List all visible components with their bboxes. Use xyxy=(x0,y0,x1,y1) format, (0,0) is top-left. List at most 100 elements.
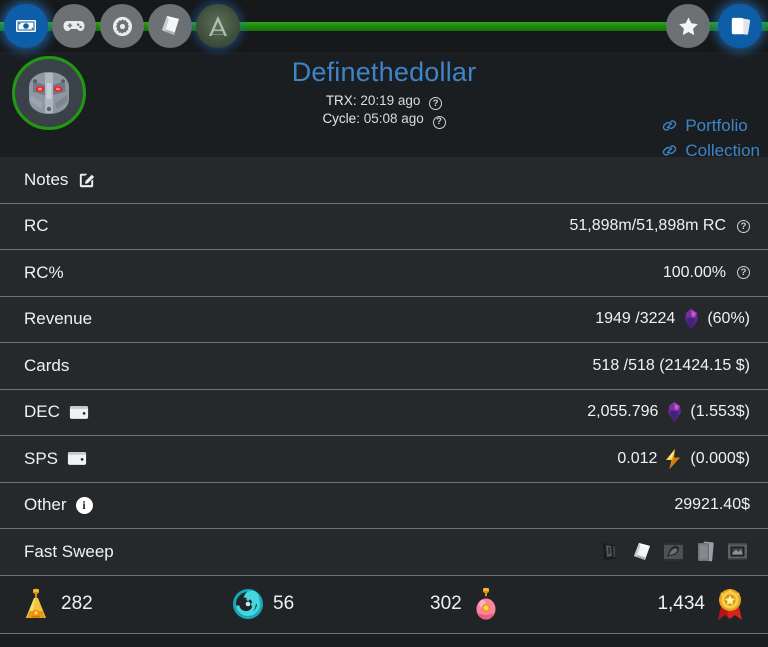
sps-label: SPS xyxy=(24,448,59,468)
sps-value: 0.012 xyxy=(617,449,658,467)
bottom-stats-bar: 282 56 302 1,434 xyxy=(0,575,768,634)
info-icon[interactable]: i xyxy=(75,496,93,514)
alpha-logo-icon-button[interactable] xyxy=(196,4,240,48)
rc-value-group: 51,898m/51,898m RC ? xyxy=(569,217,750,235)
sps-value-group: 0.012 (0.000$) xyxy=(617,448,750,470)
rc-percent-value-group: 100.00% ? xyxy=(663,264,750,282)
cards-value-group: 518 /518 (21424.15 $) xyxy=(593,357,750,375)
account-name[interactable]: Definethedollar xyxy=(292,52,477,92)
fast-sweep-icon-group xyxy=(597,539,750,564)
sps-bolt-icon xyxy=(663,448,684,470)
link-portfolio-label: Portfolio xyxy=(685,116,748,135)
trx-label: TRX: xyxy=(325,93,357,108)
card-pack-icon-button[interactable] xyxy=(148,4,192,48)
link-icon xyxy=(663,120,677,131)
dec-crystal-icon xyxy=(664,401,684,423)
account-header: Definethedollar TRX: 20:19 ago ? Cycle: … xyxy=(0,52,768,185)
cards-label: Cards xyxy=(24,355,70,375)
wallet-icon[interactable] xyxy=(69,404,89,421)
table-row-sps: SPS 0.012 (0.000$) xyxy=(0,436,768,483)
stat-gold-potion-value: 282 xyxy=(61,593,93,614)
cycle-label: Cycle: xyxy=(322,111,360,127)
stat-gold-potion[interactable]: 282 xyxy=(20,587,93,621)
rc-value: 51,898m/51,898m RC xyxy=(569,217,726,235)
table-row-dec: DEC 2,055.796 (1.553$) xyxy=(0,389,768,436)
cards-icon-button[interactable] xyxy=(718,4,762,48)
sweep-item-2-icon[interactable] xyxy=(629,539,654,564)
notes-label-group: Notes xyxy=(24,170,96,190)
other-value-group: 29921.40$ xyxy=(674,496,750,514)
money-icon-button[interactable] xyxy=(4,4,48,48)
stat-red-potion-value: 302 xyxy=(430,593,462,614)
dec-label: DEC xyxy=(24,402,60,422)
dec-value-group: 2,055.796 (1.553$) xyxy=(587,401,750,423)
gamepad-icon xyxy=(63,21,85,31)
cards-value: 518 /518 (21424.15 $) xyxy=(592,356,750,374)
other-value: 29921.40$ xyxy=(674,496,750,514)
trx-value: 20:19 ago xyxy=(360,93,421,108)
link-portfolio[interactable]: Portfolio xyxy=(661,114,748,137)
dec-usd-value: (1.553$) xyxy=(690,403,750,421)
revenue-percent: (60%) xyxy=(707,310,750,328)
star-icon-button[interactable] xyxy=(666,4,710,48)
trx-meta-line: TRX: 20:19 ago ? xyxy=(0,92,768,111)
dec-label-group: DEC xyxy=(24,402,89,422)
other-label-group: Other i xyxy=(24,495,93,515)
stat-gold-medal[interactable]: 1,434 xyxy=(657,587,746,621)
gamepad-icon-button[interactable] xyxy=(52,4,96,48)
top-navigation-bar xyxy=(0,0,768,52)
rc-percent-label: RC% xyxy=(24,262,64,282)
gear-icon-button[interactable] xyxy=(100,4,144,48)
edit-pencil-icon[interactable] xyxy=(77,170,96,189)
rc-label: RC xyxy=(24,216,49,236)
notes-label: Notes xyxy=(24,169,69,189)
rc-percent-help-icon[interactable]: ? xyxy=(737,266,750,280)
account-dashboard: Definethedollar TRX: 20:19 ago ? Cycle: … xyxy=(0,0,768,647)
nav-icons-right-group xyxy=(666,4,762,48)
cycle-value: 05:08 ago xyxy=(363,111,424,127)
money-icon xyxy=(16,20,36,32)
cycle-meta-line: Cycle: 05:08 ago ? xyxy=(0,110,768,129)
rc-help-icon[interactable]: ? xyxy=(737,219,750,233)
rc-percent-value: 100.00% xyxy=(662,263,726,281)
revenue-value-group: 1949 /3224 (60%) xyxy=(595,308,750,330)
sweep-item-1-icon[interactable] xyxy=(597,539,622,564)
gold-potion-icon xyxy=(20,587,52,621)
table-row-notes: Notes xyxy=(0,157,768,204)
header-center: Definethedollar TRX: 20:19 ago ? Cycle: … xyxy=(0,52,768,129)
alpha-logo-icon xyxy=(209,16,227,36)
stat-gold-medal-value: 1,434 xyxy=(657,593,705,614)
table-row-other: Other i 29921.40$ xyxy=(0,482,768,529)
other-label: Other xyxy=(24,495,67,515)
revenue-value: 1949 /3224 xyxy=(595,310,676,328)
stats-table: Notes RC 51,898m/51,898m RC ? RC% 100.00… xyxy=(0,157,768,647)
cards-icon xyxy=(731,17,750,35)
cycle-help-icon[interactable]: ? xyxy=(432,115,446,129)
table-row-cards: Cards 518 /518 (21424.15 $) xyxy=(0,343,768,390)
sweep-item-3-icon[interactable] xyxy=(661,539,686,564)
red-potion-icon xyxy=(471,587,503,621)
card-pack-icon xyxy=(162,16,179,35)
star-icon xyxy=(678,16,698,35)
sps-label-group: SPS xyxy=(24,449,87,469)
dec-value: 2,055.796 xyxy=(587,403,659,421)
fast-sweep-label: Fast Sweep xyxy=(24,541,114,561)
gold-medal-icon xyxy=(714,587,746,621)
table-row-fast-sweep: Fast Sweep xyxy=(0,529,768,576)
gear-icon xyxy=(112,16,132,36)
table-row-rc-percent: RC% 100.00% ? xyxy=(0,250,768,297)
revenue-label: Revenue xyxy=(24,309,93,329)
stat-teal-vortex[interactable]: 56 xyxy=(232,587,294,621)
footer-area xyxy=(0,633,768,647)
wallet-icon[interactable] xyxy=(67,450,87,467)
sweep-item-4-icon[interactable] xyxy=(693,539,718,564)
stat-red-potion[interactable]: 302 xyxy=(430,587,503,621)
sps-usd-value: (0.000$) xyxy=(690,449,750,467)
table-row-rc: RC 51,898m/51,898m RC ? xyxy=(0,203,768,250)
trx-help-icon[interactable]: ? xyxy=(429,97,443,111)
sweep-item-5-icon[interactable] xyxy=(725,539,750,564)
nav-icons-left-group xyxy=(4,4,240,48)
teal-vortex-icon xyxy=(232,587,264,621)
table-row-revenue: Revenue 1949 /3224 (60%) xyxy=(0,296,768,343)
dec-crystal-icon xyxy=(681,308,701,330)
